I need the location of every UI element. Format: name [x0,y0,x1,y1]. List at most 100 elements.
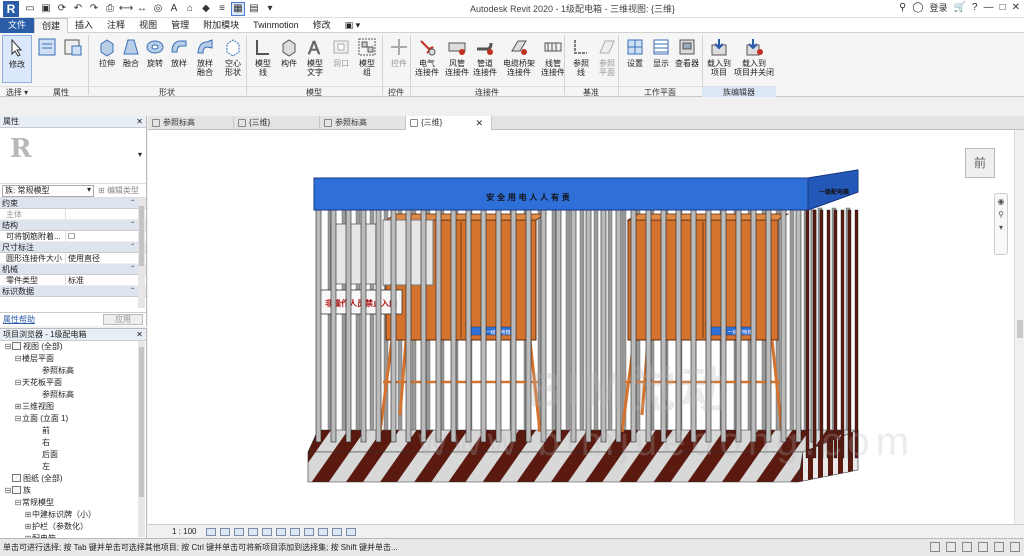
redo-icon[interactable]: ↷ [87,2,101,16]
browser-item[interactable]: ⊞护栏（参数化） [0,521,146,533]
text-icon[interactable]: A [167,2,181,16]
cart-icon[interactable]: 🛒 [954,2,966,13]
browser-item[interactable]: 参照标高 [0,389,146,401]
type-properties-button[interactable] [60,35,86,83]
load-and-close-button[interactable]: 载入到 项目并关闭 [734,35,774,83]
drag-elements-icon[interactable] [994,542,1004,552]
save-icon[interactable]: ▣ [39,2,53,16]
sun-path-icon[interactable] [234,527,245,536]
prop-category[interactable]: 机械 ˆ [0,264,146,275]
steering-wheel-icon[interactable]: ◉ [998,197,1005,206]
panel-select[interactable]: 选择 ▾ [0,86,34,97]
electrical-connector-button[interactable]: 电气 连接件 [412,35,442,83]
prop-row[interactable]: 可将钢筋附着... ☐ [0,231,146,242]
user-icon[interactable]: ◯ [912,2,923,13]
open-icon[interactable]: ▭ [23,2,37,16]
ribbon-toggle-icon[interactable]: ▣ ▾ [338,18,368,33]
properties-icon-btn[interactable] [36,35,58,83]
thin-lines-icon[interactable]: ≡ [215,2,229,16]
prop-row[interactable]: 零件类型 标准 [0,275,146,286]
qat-dropdown-icon[interactable]: ▾ [263,2,277,16]
tree-toggle-icon[interactable]: ⊟ [14,353,22,365]
browser-item[interactable]: ⊟楼层平面 [0,353,146,365]
browser-item[interactable]: 后面 [0,449,146,461]
tab-twinmotion[interactable]: Twinmotion [246,18,306,33]
browser-item[interactable]: 左 [0,461,146,473]
close-tab-icon[interactable]: ✕ [475,116,483,130]
select-links-icon[interactable] [930,542,940,552]
reveal-hidden-icon[interactable] [332,527,343,536]
browser-item[interactable]: ⊞三维视图 [0,401,146,413]
tab-modify[interactable]: 修改 [306,18,338,33]
browser-item[interactable]: ⊟立面 (立面 1) [0,413,146,425]
undo-icon[interactable]: ↶ [71,2,85,16]
select-by-face-icon[interactable] [978,542,988,552]
minimize-icon[interactable]: — [984,2,994,13]
3d-view-icon[interactable]: ⌂ [183,2,197,16]
tree-toggle-icon[interactable]: ⊟ [14,413,22,425]
shadows-icon[interactable] [248,527,259,536]
prop-category[interactable]: 约束 ˆ [0,198,146,209]
prop-category[interactable]: 结构 ˆ [0,220,146,231]
properties-help-link[interactable]: 属性帮助 [3,314,35,325]
analytical-icon[interactable] [346,527,357,536]
prop-row[interactable]: 圆形连接件大小 使用直径 [0,253,146,264]
detail-level-icon[interactable] [206,527,217,536]
browser-scrollbar[interactable] [138,341,145,537]
browser-item[interactable]: 右 [0,437,146,449]
type-selector[interactable]: R ▾ [0,128,146,184]
load-into-project-button[interactable]: 载入到 项目 [704,35,734,83]
close-hidden-icon[interactable]: ▦ [231,1,245,16]
tab-view-level-2[interactable]: 参照标高 [320,116,406,130]
tree-toggle-icon[interactable]: ⊟ [4,341,12,353]
canvas-vertical-scrollbar[interactable] [1014,130,1024,524]
tab-addins[interactable]: 附加模块 [196,18,246,33]
revit-logo-icon[interactable]: R [3,0,19,17]
tab-view-3d[interactable]: {三维} [234,116,320,130]
browser-item[interactable]: ⊟ 族 [0,485,146,497]
chevron-down-icon[interactable]: ▾ [138,150,142,159]
binoculars-icon[interactable]: ⚲ [899,2,906,13]
model-group-button[interactable]: 模型 组 [352,35,382,83]
tab-view-level[interactable]: 参照标高 [148,116,234,130]
close-icon[interactable]: ✕ [136,329,143,341]
print-icon[interactable]: ⎙ [103,2,117,16]
edit-type-button[interactable]: ⊞ 编辑类型 [98,185,139,196]
viewer-button[interactable]: 查看器 [672,35,702,83]
render-icon[interactable] [262,527,273,536]
tab-annotate[interactable]: 注释 [100,18,132,33]
dimension-icon[interactable]: ↔ [135,2,149,16]
crop-view-icon[interactable] [276,527,287,536]
view-scale[interactable]: 1 : 100 [172,527,196,536]
apply-button[interactable]: 应用 [103,314,143,325]
swept-blend-button[interactable]: 放样 融合 [190,35,220,83]
tree-toggle-icon[interactable]: ⊟ [4,485,12,497]
close-icon[interactable]: ✕ [136,116,143,128]
duct-connector-button[interactable]: 风管 连接件 [442,35,472,83]
pipe-connector-button[interactable]: 管道 连接件 [470,35,500,83]
void-forms-button[interactable]: 空心 形状 [218,35,248,83]
tab-create[interactable]: 创建 [34,17,69,33]
viewcube[interactable]: 前 [965,148,995,178]
switch-windows-icon[interactable]: ▤ [247,2,261,16]
measure-icon[interactable]: ⟷ [119,2,133,16]
visual-style-icon[interactable] [220,527,231,536]
tab-file[interactable]: 文件 [0,17,35,33]
tab-insert[interactable]: 插入 [68,18,100,33]
browser-item[interactable]: 图纸 (全部) [0,473,146,485]
tag-icon[interactable]: ◎ [151,2,165,16]
tab-manage[interactable]: 管理 [164,18,196,33]
maximize-icon[interactable]: □ [1000,2,1006,13]
zoom-icon[interactable]: ⚲ [998,210,1004,219]
tree-toggle-icon[interactable]: ⊞ [24,521,32,533]
properties-scrollbar[interactable] [138,198,145,308]
signin-link[interactable]: 登录 [930,1,948,14]
close-icon[interactable]: ✕ [1012,2,1020,13]
select-underlay-icon[interactable] [946,542,956,552]
cable-tray-connector-button[interactable]: 电缆桥架 连接件 [502,35,536,83]
browser-item[interactable]: 参照标高 [0,365,146,377]
lock-view-icon[interactable] [304,527,315,536]
tab-view[interactable]: 视图 [132,18,164,33]
show-crop-icon[interactable] [290,527,301,536]
family-dropdown[interactable]: 族: 常规模型 [2,184,94,197]
